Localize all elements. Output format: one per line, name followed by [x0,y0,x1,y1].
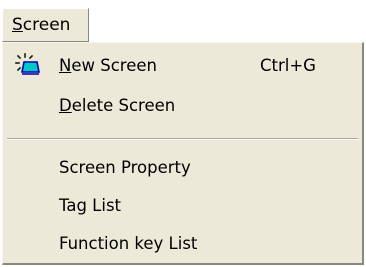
new-screen-icon [15,53,40,75]
menu-item-text: ew Screen [71,56,157,75]
menu-item-label: Function key List [59,234,198,253]
menu-item-label: Delete Screen [59,89,175,123]
screen-menu[interactable]: Screen [2,8,89,42]
menu-item-text: elete Screen [71,96,176,115]
screen-menu-label: creen [22,15,71,35]
menu-item-label: New Screen [59,49,157,83]
menu-item-tag-list[interactable]: Tag List [3,189,362,223]
menu-item-screen-property[interactable]: Screen Property [3,151,362,185]
menu-item-mnemonic: D [59,96,72,115]
menu-item-label: Tag List [59,196,122,215]
menu-item-delete-screen[interactable]: Delete Screen [3,89,362,123]
screen-menu-mnemonic: S [12,15,23,35]
menu-item-function-key-list[interactable]: Function key List [3,227,362,261]
menu-item-label: Screen Property [59,158,191,177]
menu-item-new-screen[interactable]: New Screen Ctrl+G [3,49,362,83]
menu-item-mnemonic: N [59,56,72,75]
menu-item-shortcut: Ctrl+G [260,56,316,75]
screen-dropdown-menu: New Screen Ctrl+G Delete Screen Screen P… [2,42,364,265]
menu-separator [7,138,358,140]
